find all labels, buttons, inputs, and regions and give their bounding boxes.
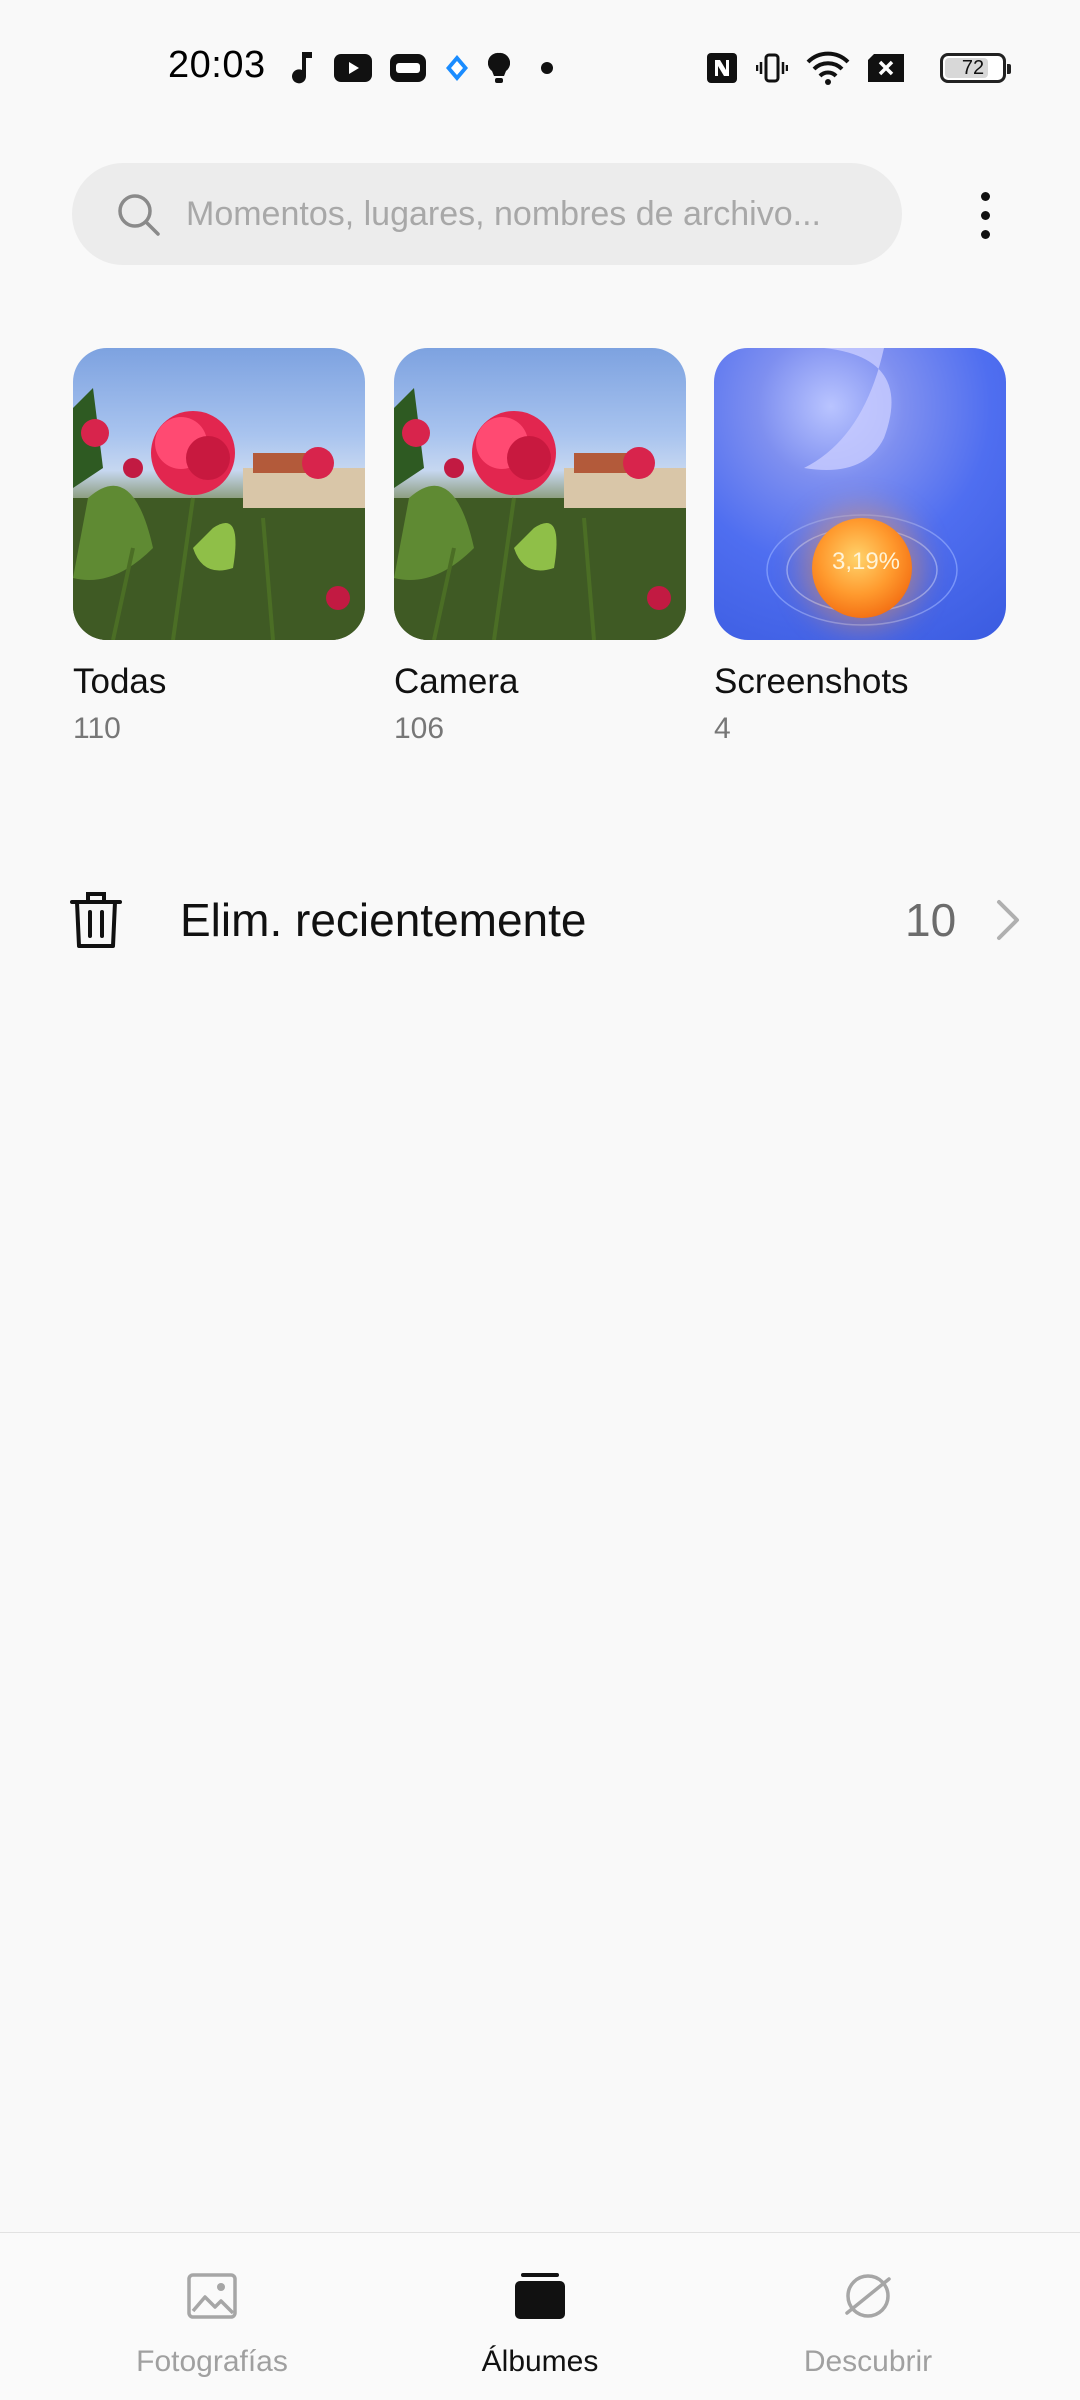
image-icon [187,2273,237,2319]
album-count: 4 [714,712,731,745]
battery-icon: 72 [940,48,1011,88]
album-count: 106 [394,712,445,745]
wallpaper-text: 3,19% [831,548,901,575]
vibrate-icon [756,48,788,88]
more-dot-icon [980,191,990,201]
tab-descubrir[interactable]: Descubrir [718,2233,1018,2400]
more-options-button[interactable] [955,180,1015,250]
tab-label: Álbumes [481,2345,599,2378]
album-count: 110 [73,712,121,745]
nfc-icon [706,48,738,88]
battery-level: 72 [961,56,985,79]
tab-label: Fotografías [136,2345,288,2378]
rose-photo [394,388,686,640]
rose-photo [73,388,365,640]
youtube-icon [334,48,372,88]
dot-icon [540,48,554,88]
recently-deleted-row[interactable]: Elim. recientemente 10 [0,860,1080,980]
search-bar[interactable]: Momentos, lugares, nombres de archivo... [72,163,902,265]
trash-icon [70,892,122,948]
album-screenshots[interactable]: 3,19% Screenshots 4 [714,348,1006,746]
search-icon [118,194,160,236]
tab-label: Descubrir [803,2345,933,2378]
planet-icon [845,2274,891,2318]
album-thumbnail[interactable] [73,348,365,640]
app-icon [390,48,426,88]
system-icons: 72 [706,48,1011,88]
album-todas[interactable]: Todas 110 [73,348,365,746]
search-input[interactable]: Momentos, lugares, nombres de archivo... [186,163,886,265]
music-note-icon [292,48,316,88]
bottom-navigation: Fotografías Álbumes Descubrir [0,2232,1080,2400]
more-dot-icon [980,210,990,220]
app-diamond-icon [444,48,470,88]
album-icon [515,2273,565,2319]
recently-deleted-label: Elim. recientemente [180,894,587,946]
chevron-right-icon [997,900,1019,940]
lightbulb-icon [488,48,510,88]
tab-albumes[interactable]: Álbumes [390,2233,690,2400]
album-name: Todas [73,662,167,701]
more-dot-icon [980,229,990,239]
no-sim-icon [868,48,904,88]
wifi-icon [806,48,850,88]
tab-fotografias[interactable]: Fotografías [62,2233,362,2400]
status-time: 20:03 [168,44,266,86]
album-thumbnail[interactable]: 3,19% [714,348,1006,640]
status-bar: 20:03 72 [0,0,1080,140]
album-camera[interactable]: Camera 106 [394,348,686,746]
album-name: Screenshots [714,662,909,701]
album-thumbnail[interactable] [394,348,686,640]
recently-deleted-count: 10 [905,894,957,946]
album-name: Camera [394,662,519,701]
notification-icons [292,48,554,88]
